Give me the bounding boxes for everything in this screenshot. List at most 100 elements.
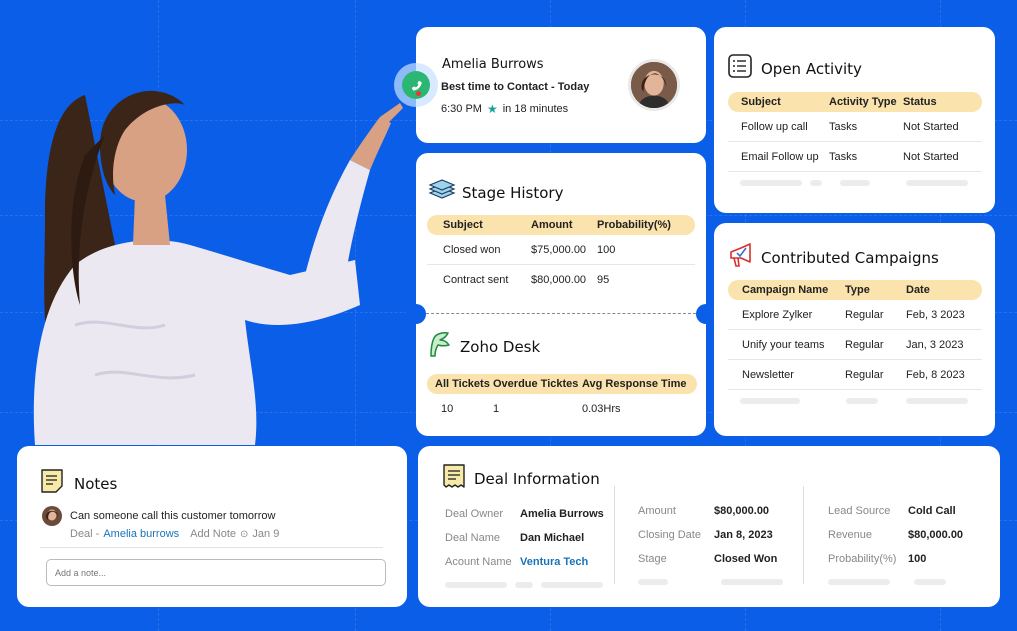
notes-divider [40,547,383,548]
contact-name: Amelia Burrows [442,57,544,72]
cell: Feb, 3 2023 [906,308,965,321]
column-divider [614,486,615,584]
skeleton-row [638,571,798,585]
deal-info-column: Lead Source Cold Call Revenue $80,000.00… [828,499,988,585]
account-link[interactable]: Ventura Tech [520,556,588,568]
add-note-link[interactable]: Add Note [190,528,236,540]
column-header: Overdue Ticktes [493,378,579,390]
column-header: Subject [741,96,781,108]
cell: Feb, 8 2023 [906,368,965,381]
column-divider [803,486,804,584]
note-date: Jan 9 [252,528,280,540]
column-header: Type [845,284,870,296]
table-row[interactable]: Closed won $75,000.00 100 [427,235,695,265]
avatar-image [631,62,677,108]
field-row: Lead Source Cold Call [828,499,988,523]
zoho-desk-title: Zoho Desk [460,337,541,356]
cell: 10 [441,403,454,415]
stack-icon [428,179,456,206]
call-button[interactable] [394,63,438,107]
divider-notch [696,304,716,324]
field-row: Probability(%) 100 [828,547,988,571]
column-header: Avg Response Time [582,378,687,390]
table-row[interactable]: Email Follow up Tasks Not Started [728,142,982,172]
field-label: Acount Name [445,556,512,568]
stage-history-title: Stage History [462,183,564,202]
table-row[interactable]: Explore Zylker Regular Feb, 3 2023 [728,300,982,330]
cell: 100 [597,243,616,256]
skeleton-row [728,390,982,404]
note-text: Can someone call this customer tomorrow [70,510,276,522]
section-divider [426,313,696,314]
list-icon [728,54,752,83]
column-header: Probability(%) [597,219,671,231]
cell: Follow up call [741,120,808,133]
cell: Not Started [903,120,959,133]
note-icon [40,468,64,499]
cell: Regular [845,368,884,381]
time-row: 6:30 PM ★ in 18 minutes [441,102,568,116]
contact-time: 6:30 PM [441,103,482,115]
deal-info-column: Amount $80,000.00 Closing Date Jan 8, 20… [638,499,798,585]
cell: Contract sent [443,274,509,286]
cell: Regular [845,338,884,351]
cell: Closed won [443,243,501,256]
add-note-input[interactable] [46,559,386,586]
skeleton-row [445,574,615,588]
deal-info-title: Deal Information [474,469,600,488]
note-meta: Deal - Amelia burrows Add Note ⊙ Jan 9 [70,528,279,540]
table-row[interactable]: 10 1 0.03Hrs [427,394,697,424]
campaigns-title: Contributed Campaigns [761,248,939,267]
field-row: Stage Closed Won [638,547,798,571]
notes-card: Notes Can someone call this customer tom… [17,446,407,607]
skeleton-row [828,571,988,585]
cell: $80,000.00 [531,274,587,286]
cell: 1 [493,403,500,415]
notes-title: Notes [74,474,118,493]
divider-notch [406,304,426,324]
table-row[interactable]: Follow up call Tasks Not Started [728,112,982,142]
deal-link[interactable]: Amelia burrows [103,528,179,540]
cell: Unify your teams [742,338,825,351]
field-value: Dan Michael [520,532,585,544]
field-row: Revenue $80,000.00 [828,523,988,547]
notification-dot [416,91,421,96]
open-activity-header: Subject Activity Type Status [728,92,982,112]
clock-icon: ⊙ [240,528,249,540]
column-header: Amount [531,219,573,231]
field-value: Cold Call [908,505,956,517]
field-value: Jan 8, 2023 [714,529,773,541]
cell: Tasks [829,150,858,163]
campaigns-card: Contributed Campaigns Campaign Name Type… [714,223,995,436]
receipt-icon [442,463,466,494]
note-author-avatar [42,506,62,526]
column-header: All Tickets [435,378,490,390]
zoho-desk-icon [428,330,452,363]
open-activity-title: Open Activity [761,59,862,78]
cell: Jan, 3 2023 [906,338,964,351]
table-row[interactable]: Unify your teams Regular Jan, 3 2023 [728,330,982,360]
star-icon: ★ [486,102,498,116]
cell: Not Started [903,150,959,163]
zoho-desk-header: All Tickets Overdue Ticktes Avg Response… [427,374,697,394]
field-label: Probability(%) [828,553,897,565]
field-label: Deal Name [445,532,501,544]
column-header: Campaign Name [742,284,829,296]
cell: Email Follow up [741,150,819,163]
field-label: Stage [638,553,667,565]
field-value: 100 [908,553,927,565]
person-illustration [33,90,403,445]
best-time-label: Best time to Contact - Today [441,81,590,93]
cell: Regular [845,308,884,321]
field-value: Amelia Burrows [520,508,604,520]
skeleton-row [728,172,982,186]
field-label: Amount [638,505,676,517]
field-label: Closing Date [638,529,701,541]
stage-history-card: Stage History Subject Amount Probability… [406,153,716,436]
table-row[interactable]: Contract sent $80,000.00 95 [427,265,695,295]
field-row: Acount Name Ventura Tech [445,550,615,574]
field-value: $80,000.00 [908,529,964,541]
table-row[interactable]: Newsletter Regular Feb, 8 2023 [728,360,982,390]
field-row: Deal Owner Amelia Burrows [445,502,615,526]
column-header: Activity Type [829,96,897,108]
